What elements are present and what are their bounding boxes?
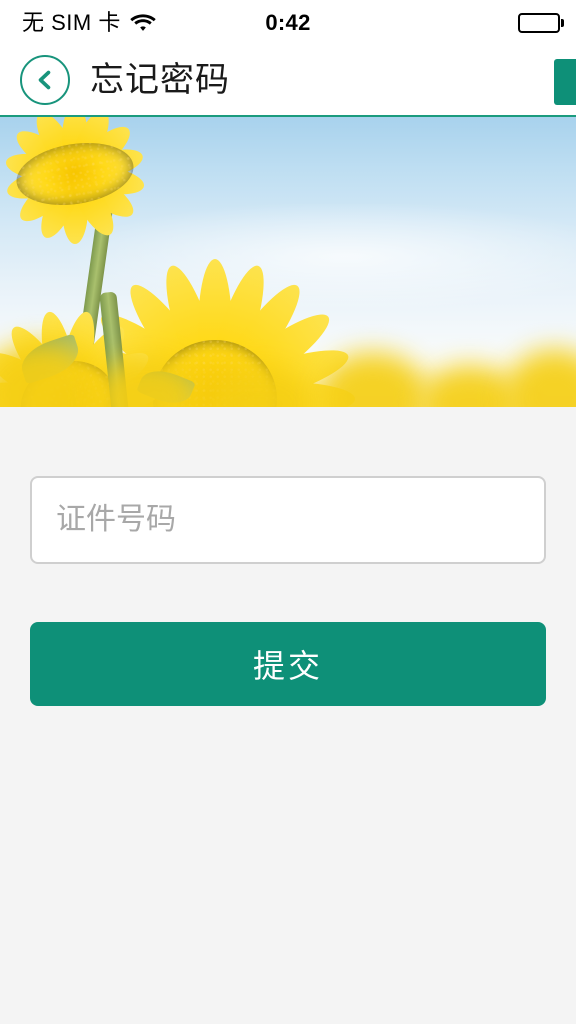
blurred-flower	[200, 367, 315, 407]
blurred-flower-row	[0, 312, 576, 407]
submit-button[interactable]: 提交	[30, 622, 546, 706]
status-bar-right	[518, 12, 560, 33]
page-title: 忘记密码	[90, 61, 230, 99]
header-action-button[interactable]	[554, 59, 576, 105]
chevron-left-icon	[34, 69, 56, 91]
wifi-icon	[130, 13, 156, 32]
back-button[interactable]	[20, 55, 70, 105]
blurred-flower	[505, 349, 576, 407]
id-number-input[interactable]	[30, 476, 546, 564]
status-bar: 无 SIM 卡 0:42	[0, 0, 576, 45]
sunflower-top-left	[0, 117, 190, 355]
blurred-flower	[318, 352, 428, 407]
carrier-label: 无 SIM 卡	[22, 9, 121, 35]
nav-header: 忘记密码	[0, 45, 576, 117]
blurred-flower	[95, 357, 200, 407]
form-area: 提交	[0, 476, 576, 706]
battery-icon	[518, 12, 560, 33]
sunflower-banner	[0, 117, 576, 407]
status-bar-left: 无 SIM 卡	[22, 9, 156, 35]
blurred-flower	[0, 342, 100, 407]
